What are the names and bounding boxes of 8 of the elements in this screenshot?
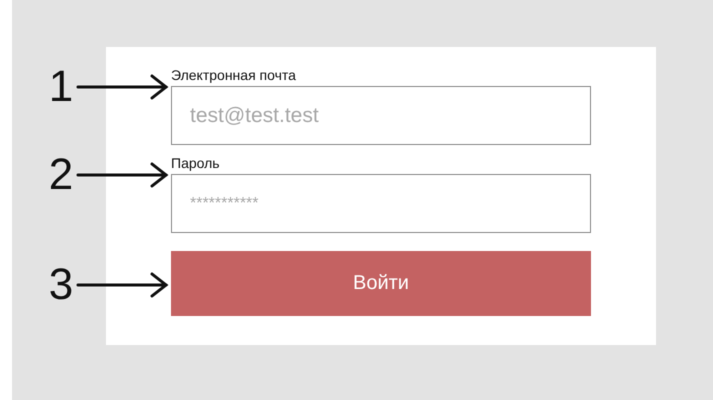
callout-number: 2 (48, 155, 74, 195)
field-label: Пароль (171, 155, 220, 171)
password-field[interactable]: *********** (171, 174, 591, 233)
email-field[interactable]: test@test.test (171, 86, 591, 145)
callout-number: 1 (48, 67, 74, 107)
login-button[interactable]: Войти (171, 251, 591, 316)
field-label: Электронная почта (171, 67, 296, 83)
callout-number: 3 (48, 265, 74, 305)
